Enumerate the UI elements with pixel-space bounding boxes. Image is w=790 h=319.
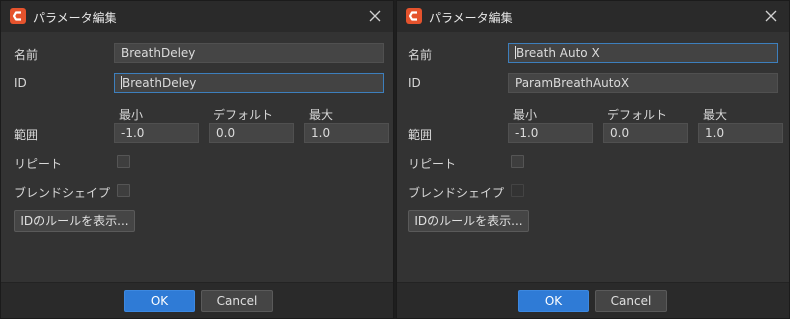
title-bar: パラメータ編集 <box>397 1 789 32</box>
close-button[interactable] <box>759 5 783 27</box>
range-max-header: 最大 <box>703 108 728 122</box>
id-field[interactable]: BreathDeley <box>114 73 384 93</box>
blend-shape-label: ブレンドシェイプ <box>14 186 111 200</box>
name-field[interactable]: BreathDeley <box>114 43 384 63</box>
range-default-field[interactable]: 0.0 <box>209 123 294 143</box>
range-min-field[interactable]: -1.0 <box>114 123 199 143</box>
id-field[interactable]: ParamBreathAutoX <box>508 73 778 93</box>
blend-shape-label: ブレンドシェイプ <box>408 186 505 200</box>
dialog-footer: OK Cancel <box>397 282 789 318</box>
range-label: 範囲 <box>408 128 433 142</box>
cancel-button[interactable]: Cancel <box>595 290 667 312</box>
close-button[interactable] <box>363 5 387 27</box>
dialog-title: パラメータ編集 <box>33 11 117 25</box>
id-field-value: BreathDeley <box>122 76 197 90</box>
repeat-checkbox[interactable] <box>511 155 524 168</box>
dialog-body: 名前 BreathDeley ID BreathDeley 最小 デフォルト 最… <box>1 32 393 282</box>
range-max-field[interactable]: 1.0 <box>698 123 783 143</box>
range-default-header: デフォルト <box>213 108 274 122</box>
id-label: ID <box>14 76 27 90</box>
range-min-header: 最小 <box>513 108 538 122</box>
ok-button[interactable]: OK <box>124 290 195 312</box>
name-label: 名前 <box>14 48 39 62</box>
range-min-field[interactable]: -1.0 <box>508 123 593 143</box>
close-icon <box>765 10 777 22</box>
show-id-rules-button[interactable]: IDのルールを表示... <box>14 210 135 232</box>
close-icon <box>369 10 381 22</box>
id-label: ID <box>408 76 421 90</box>
blend-shape-checkbox[interactable] <box>511 184 524 197</box>
dialog-title: パラメータ編集 <box>429 11 513 25</box>
dialog-body: 名前 Breath Auto X ID ParamBreathAutoX 最小 … <box>397 32 789 282</box>
blend-shape-checkbox[interactable] <box>117 184 130 197</box>
range-default-header: デフォルト <box>607 108 668 122</box>
dialog-footer: OK Cancel <box>1 282 393 318</box>
cancel-button[interactable]: Cancel <box>201 290 273 312</box>
cubism-logo-icon <box>10 8 26 24</box>
range-label: 範囲 <box>14 128 39 142</box>
parameter-edit-dialog-left: パラメータ編集 名前 BreathDeley ID BreathDeley 最小… <box>0 0 394 319</box>
parameter-edit-dialog-right: パラメータ編集 名前 Breath Auto X ID ParamBreathA… <box>396 0 790 319</box>
range-default-field[interactable]: 0.0 <box>603 123 688 143</box>
name-field[interactable]: Breath Auto X <box>508 43 778 63</box>
name-label: 名前 <box>408 48 433 62</box>
ok-button[interactable]: OK <box>518 290 589 312</box>
range-max-field[interactable]: 1.0 <box>304 123 389 143</box>
range-min-header: 最小 <box>119 108 144 122</box>
repeat-checkbox[interactable] <box>117 155 130 168</box>
show-id-rules-button[interactable]: IDのルールを表示... <box>408 210 529 232</box>
repeat-label: リピート <box>408 157 457 171</box>
repeat-label: リピート <box>14 157 63 171</box>
cubism-logo-icon <box>406 8 422 24</box>
name-field-value: Breath Auto X <box>516 46 600 60</box>
range-max-header: 最大 <box>309 108 334 122</box>
title-bar: パラメータ編集 <box>1 1 393 32</box>
